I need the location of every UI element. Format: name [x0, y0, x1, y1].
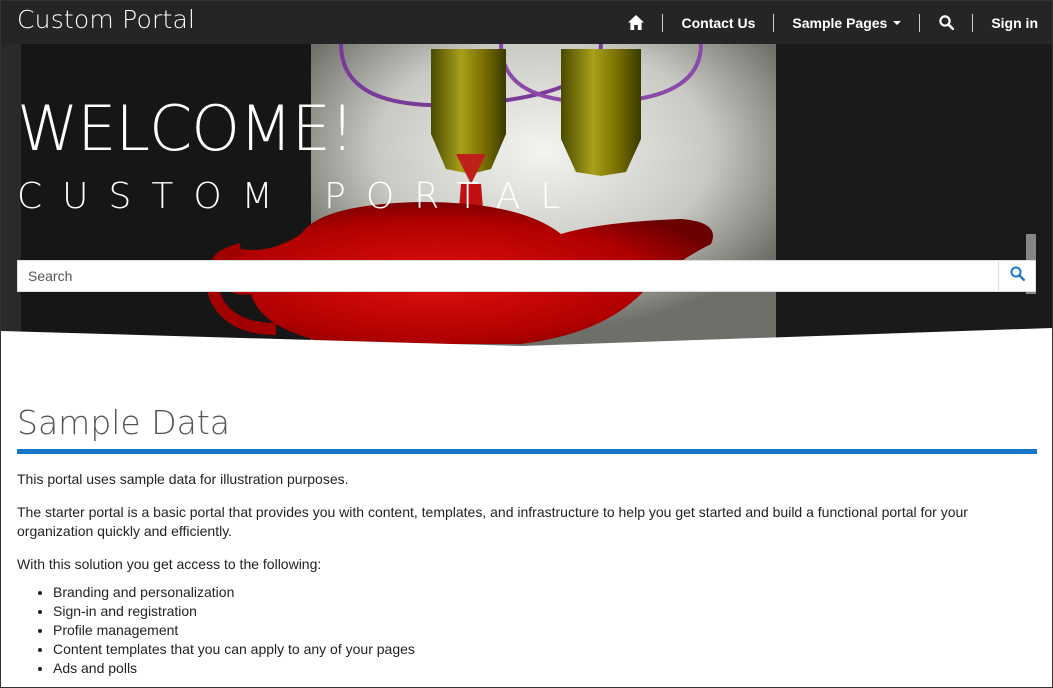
- home-icon: [628, 15, 645, 31]
- list-item: Content templates that you can apply to …: [53, 640, 1037, 659]
- nav-search-button[interactable]: [920, 15, 972, 31]
- search-submit-button[interactable]: [998, 261, 1035, 291]
- sample-pages-dropdown[interactable]: Sample Pages: [774, 15, 919, 31]
- hero-subtitle: CUSTOM PORTAL: [17, 176, 581, 217]
- brand-title[interactable]: Custom Portal: [17, 5, 195, 34]
- sample-pages-label: Sample Pages: [792, 14, 888, 31]
- nav-links: Contact Us Sample Pages Sign in: [610, 1, 1038, 44]
- list-item: Profile management: [53, 621, 1037, 640]
- list-item: Branding and personalization: [53, 583, 1037, 602]
- features-list: Branding and personalization Sign-in and…: [17, 583, 1037, 678]
- contact-us-link[interactable]: Contact Us: [663, 15, 773, 31]
- title-underline: [17, 449, 1037, 454]
- search-input[interactable]: [18, 261, 998, 291]
- hero-search-box: [17, 260, 1036, 292]
- list-item: Sign-in and registration: [53, 602, 1037, 621]
- features-intro: With this solution you get access to the…: [17, 556, 322, 572]
- description-paragraph: The starter portal is a basic portal tha…: [17, 504, 968, 539]
- home-link[interactable]: [610, 15, 662, 31]
- intro-paragraph: This portal uses sample data for illustr…: [17, 471, 349, 487]
- sign-in-link[interactable]: Sign in: [973, 15, 1038, 31]
- search-icon: [1010, 266, 1025, 286]
- main-content: Sample Data This portal uses sample data…: [17, 401, 1037, 678]
- caret-down-icon: [893, 20, 902, 25]
- search-icon: [938, 15, 954, 31]
- page-title: Sample Data: [17, 403, 231, 442]
- top-navbar: Custom Portal Contact Us Sample Pages Si…: [1, 1, 1052, 44]
- hero-banner: WELCOME! CUSTOM PORTAL: [1, 44, 1052, 346]
- hero-title: WELCOME!: [17, 92, 355, 165]
- list-item: Ads and polls: [53, 659, 1037, 678]
